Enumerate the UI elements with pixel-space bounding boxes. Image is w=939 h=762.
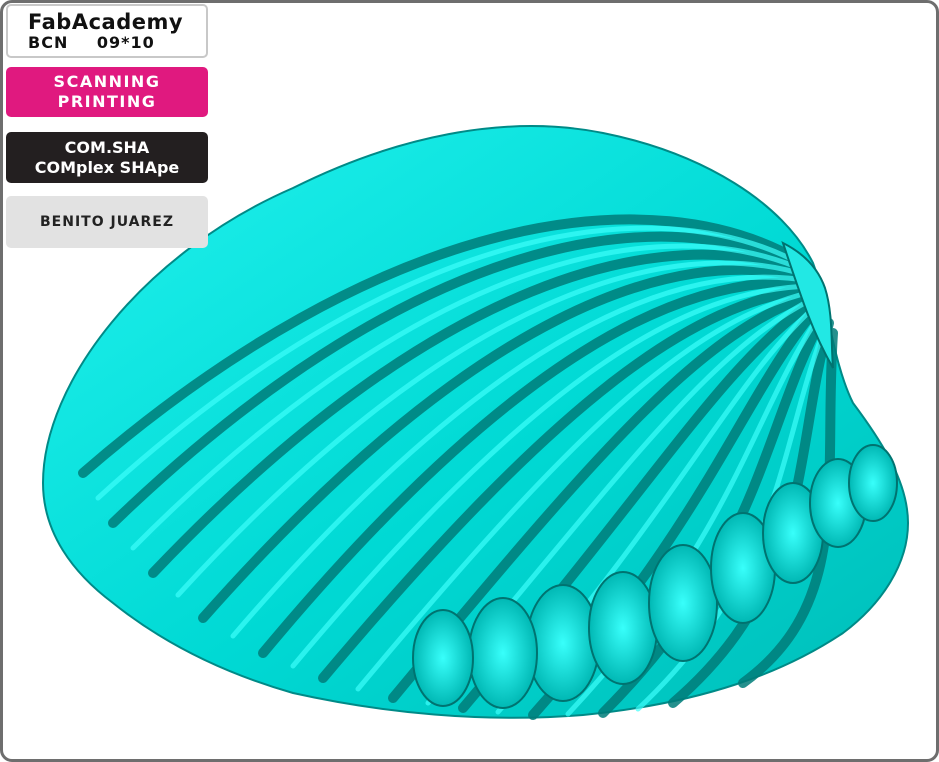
topic-line-2: PRINTING — [57, 92, 157, 111]
author-label: BENITO JUAREZ — [6, 196, 208, 248]
project-line-1: COM.SHA — [64, 137, 150, 157]
header-location: BCN — [28, 32, 69, 52]
topic-label: SCANNING PRINTING — [6, 67, 208, 117]
header-title: FabAcademy — [28, 9, 184, 34]
topic-line-1: SCANNING — [53, 72, 161, 91]
fabacademy-header: FabAcademy BCN 09*10 — [6, 4, 208, 58]
project-label: COM.SHA COMplex SHApe — [6, 132, 208, 183]
viewport-frame: FabAcademy BCN 09*10 SCANNING PRINTING C… — [0, 0, 939, 762]
header-subtitle: BCN 09*10 — [28, 32, 155, 52]
author-name: BENITO JUAREZ — [40, 214, 174, 230]
header-date: 09*10 — [96, 32, 155, 52]
project-line-2: COMplex SHApe — [34, 157, 180, 177]
